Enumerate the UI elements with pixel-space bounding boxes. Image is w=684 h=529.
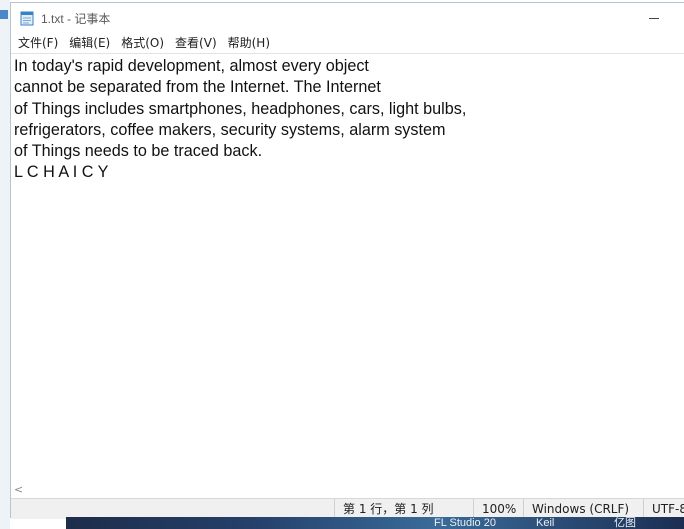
minimize-icon [649, 17, 659, 19]
window-title: 1.txt - 记事本 [41, 12, 111, 26]
text-editor[interactable]: In today's rapid development, almost eve… [11, 53, 684, 486]
editor-content[interactable]: In today's rapid development, almost eve… [11, 54, 684, 184]
taskbar: FL Studio 20 Keil 亿图 [66, 517, 684, 529]
horizontal-scrollbar[interactable]: < [11, 481, 684, 498]
line-ending: Windows (CRLF) [523, 499, 629, 519]
menu-file[interactable]: 文件(F) [14, 33, 62, 53]
title-bar[interactable]: 1.txt - 记事本 [11, 3, 684, 33]
taskbar-item-fl-studio[interactable]: FL Studio 20 [434, 517, 496, 529]
menu-help[interactable]: 帮助(H) [224, 33, 274, 53]
menu-view[interactable]: 查看(V) [171, 33, 221, 53]
taskbar-item-edraw[interactable]: 亿图 [614, 517, 636, 529]
menu-format[interactable]: 格式(O) [117, 33, 168, 53]
notepad-window: 1.txt - 记事本 文件(F) 编辑(E) 格式(O) 查看(V) 帮助(H… [10, 2, 684, 519]
menu-edit[interactable]: 编辑(E) [65, 33, 114, 53]
zoom-level: 100% [473, 499, 516, 519]
desktop-window-edge [0, 10, 8, 19]
status-bar: 第 1 行，第 1 列 100% Windows (CRLF) UTF-8 [11, 498, 684, 519]
encoding: UTF-8 [643, 499, 684, 519]
cursor-position: 第 1 行，第 1 列 [334, 499, 434, 519]
minimize-button[interactable] [631, 3, 677, 33]
notepad-icon [20, 11, 34, 26]
menu-bar: 文件(F) 编辑(E) 格式(O) 查看(V) 帮助(H) [11, 33, 684, 53]
desktop-background [0, 0, 10, 529]
taskbar-item-keil[interactable]: Keil [536, 517, 554, 529]
scroll-left-icon[interactable]: < [14, 483, 23, 496]
